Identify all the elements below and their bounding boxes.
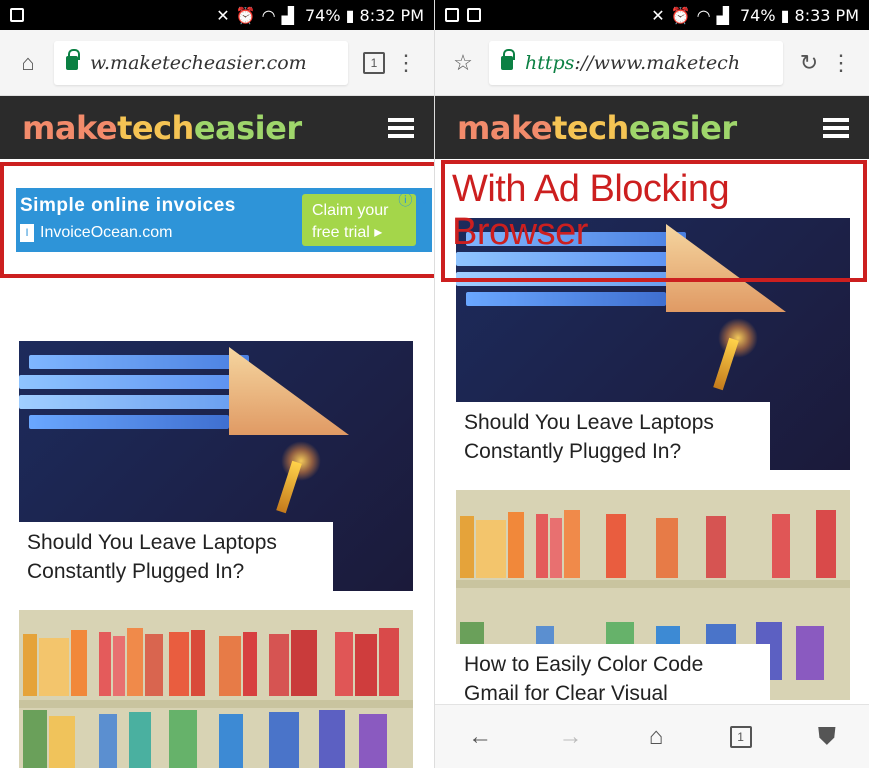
star-icon[interactable]: ☆ <box>447 47 479 79</box>
tabs-button[interactable]: 1 <box>358 47 390 79</box>
status-bar: ✕ ⏰ ◠ ▟ 74% ▮ 8:33 PM <box>435 0 869 30</box>
ad-highlight-box <box>0 162 434 278</box>
home-icon[interactable]: ⌂ <box>12 47 44 79</box>
shield-icon[interactable]: ⛊ <box>818 723 836 751</box>
site-header: maketecheasier <box>435 96 869 159</box>
phone-left: ✕ ⏰ ◠ ▟ 74% ▮ 8:32 PM ⌂ w.maketecheasier… <box>0 0 434 768</box>
screen-icon <box>445 8 459 22</box>
status-time: 74% ▮ 8:33 PM <box>734 5 859 25</box>
browser-toolbar: ⌂ w.maketecheasier.com 1 ⋮ <box>0 30 434 96</box>
url-text: ://www.maketech <box>574 51 741 74</box>
mute-icon: ✕ <box>651 5 665 25</box>
status-time: 74% ▮ 8:32 PM <box>299 5 424 25</box>
forward-arrow-icon[interactable]: → <box>558 723 582 751</box>
tabs-button[interactable]: 1 <box>729 725 752 748</box>
wifi-icon: ◠ <box>696 5 711 25</box>
hamburger-menu-icon[interactable] <box>823 117 849 138</box>
mute-icon: ✕ <box>216 5 230 25</box>
browser-toolbar: ☆ https://www.maketech ↻ ⋮ <box>435 30 869 96</box>
lock-icon <box>501 48 515 70</box>
alarm-icon: ⏰ <box>235 5 256 25</box>
alarm-icon: ⏰ <box>670 5 691 25</box>
article-title[interactable]: How to Easily Color Code Gmail for Clear… <box>456 644 770 704</box>
screen-icon <box>10 8 24 22</box>
reload-icon[interactable]: ↻ <box>793 47 825 79</box>
site-header: maketecheasier <box>0 96 434 159</box>
article-thumbnail[interactable] <box>19 610 413 768</box>
back-arrow-icon[interactable]: ← <box>468 723 492 751</box>
adblock-label: With Ad Blocking Browser <box>452 168 730 253</box>
image-icon <box>467 8 481 22</box>
site-logo[interactable]: maketecheasier <box>22 109 302 147</box>
address-bar[interactable]: w.maketecheasier.com <box>54 40 348 85</box>
menu-icon[interactable]: ⋮ <box>825 47 857 79</box>
home-icon[interactable]: ⌂ <box>649 723 664 751</box>
article-title[interactable]: Should You Leave Laptops Constantly Plug… <box>19 522 333 592</box>
url-scheme: https <box>525 51 575 74</box>
signal-icon: ▟ <box>716 5 729 25</box>
browser-bottom-bar: ← → ⌂ 1 ⛊ <box>435 704 869 768</box>
lock-icon <box>66 48 80 70</box>
menu-icon[interactable]: ⋮ <box>390 47 422 79</box>
article-title[interactable]: Should You Leave Laptops Constantly Plug… <box>456 402 770 472</box>
signal-icon: ▟ <box>281 5 294 25</box>
wifi-icon: ◠ <box>261 5 276 25</box>
url-text: w.maketecheasier.com <box>90 51 307 74</box>
hamburger-menu-icon[interactable] <box>388 117 414 138</box>
phone-right: ✕ ⏰ ◠ ▟ 74% ▮ 8:33 PM ☆ https://www.make… <box>435 0 869 768</box>
site-logo[interactable]: maketecheasier <box>457 109 737 147</box>
status-bar: ✕ ⏰ ◠ ▟ 74% ▮ 8:32 PM <box>0 0 434 30</box>
comparison-screenshot: ✕ ⏰ ◠ ▟ 74% ▮ 8:32 PM ⌂ w.maketecheasier… <box>0 0 869 768</box>
address-bar[interactable]: https://www.maketech <box>489 40 783 85</box>
